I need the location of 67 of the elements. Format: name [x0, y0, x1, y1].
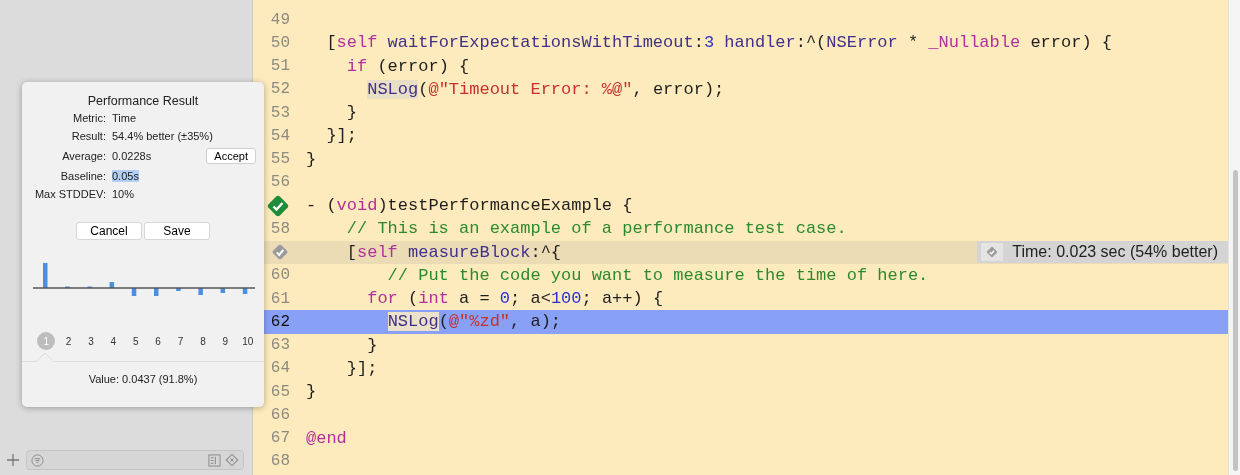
code-text: }: [366, 335, 378, 355]
add-icon[interactable]: [6, 453, 20, 467]
line-number: 65: [270, 382, 290, 401]
code-text: if (error) {: [345, 56, 470, 76]
line-number: 55: [270, 150, 290, 169]
line-number: 61: [270, 289, 290, 308]
line-number: 50: [270, 33, 290, 52]
code-text: NSLog(@"Timeout Error: %@", error);: [366, 79, 725, 99]
field-label: Average:: [62, 150, 106, 162]
code-text: NSLog(@"%zd", a);: [386, 312, 562, 332]
iteration-number[interactable]: 6: [146, 332, 170, 350]
code-text: @end: [306, 428, 347, 448]
field-label: Max STDDEV:: [34, 188, 106, 200]
line-number: 64: [270, 359, 290, 378]
test-passed-icon: [985, 245, 1000, 260]
line-number: 63: [270, 336, 290, 355]
code-text: }: [345, 103, 357, 123]
code-text: [self waitForExpectationsWithTimeout:3 handler:^(NSError * _Nullable error) {: [325, 33, 1112, 53]
code-text: }: [306, 382, 317, 402]
filter-field[interactable]: [26, 450, 244, 470]
field-label: Metric:: [73, 112, 106, 124]
scrollbar-thumb[interactable]: [1233, 170, 1238, 471]
field-value: Time: [112, 112, 137, 124]
iteration-number[interactable]: 2: [57, 332, 80, 350]
line-number: 52: [270, 80, 290, 99]
line-number: 49: [270, 10, 290, 29]
iteration-number[interactable]: 3: [79, 332, 103, 350]
line-number: 54: [270, 126, 290, 145]
iteration-number[interactable]: 9: [214, 332, 237, 350]
popover-title: Performance Result: [87, 94, 199, 108]
field-label: Baseline:: [60, 170, 106, 182]
list-icon[interactable]: [208, 453, 221, 467]
filter-icon: [31, 453, 44, 467]
code-text: [self measureBlock:^{: [345, 242, 562, 262]
line-number: 53: [270, 103, 290, 122]
field-value: 0.0228s: [112, 150, 152, 162]
iteration-number[interactable]: 5: [124, 332, 147, 350]
iteration-number[interactable]: 8: [191, 332, 215, 350]
code-text: for (int a = 0; a<100; a++) {: [366, 289, 664, 309]
line-number: 51: [270, 57, 290, 76]
line-number: 68: [270, 452, 290, 471]
line-number: 56: [270, 173, 290, 192]
accept-button[interactable]: Accept: [206, 148, 256, 164]
iteration-number[interactable]: 10: [236, 332, 259, 350]
line-number: 66: [270, 405, 290, 424]
iteration-number[interactable]: 4: [102, 332, 125, 350]
code-text: }];: [345, 358, 378, 378]
diamond-icon[interactable]: [225, 453, 239, 467]
performance-result-text: Time: 0.023 sec (54% better): [1012, 243, 1218, 262]
code-text: // This is an example of a performance test case.: [345, 219, 847, 239]
code-text: // Put the code you want to measure the time of here.: [386, 265, 929, 285]
save-button[interactable]: Save: [144, 222, 210, 240]
code-text: }];: [325, 126, 357, 146]
value-text: Value: 0.0437 (91.8%): [88, 373, 198, 385]
iteration-number[interactable]: 7: [169, 332, 192, 350]
line-number: 67: [270, 429, 290, 448]
code-text: }: [306, 149, 317, 169]
cancel-button[interactable]: Cancel: [76, 222, 142, 240]
field-value: 54.4% better (±35%): [112, 130, 213, 142]
line-number: 60: [270, 266, 290, 285]
field-value[interactable]: 0.05s: [112, 170, 139, 182]
line-number: 62: [270, 312, 290, 331]
code-text: - (void)testPerformanceExample {: [306, 196, 633, 216]
field-value: 10%: [112, 188, 135, 200]
line-number: 58: [270, 219, 290, 238]
performance-result-badge[interactable]: Time: 0.023 sec (54% better): [977, 241, 1228, 264]
field-label: Result:: [71, 130, 106, 142]
